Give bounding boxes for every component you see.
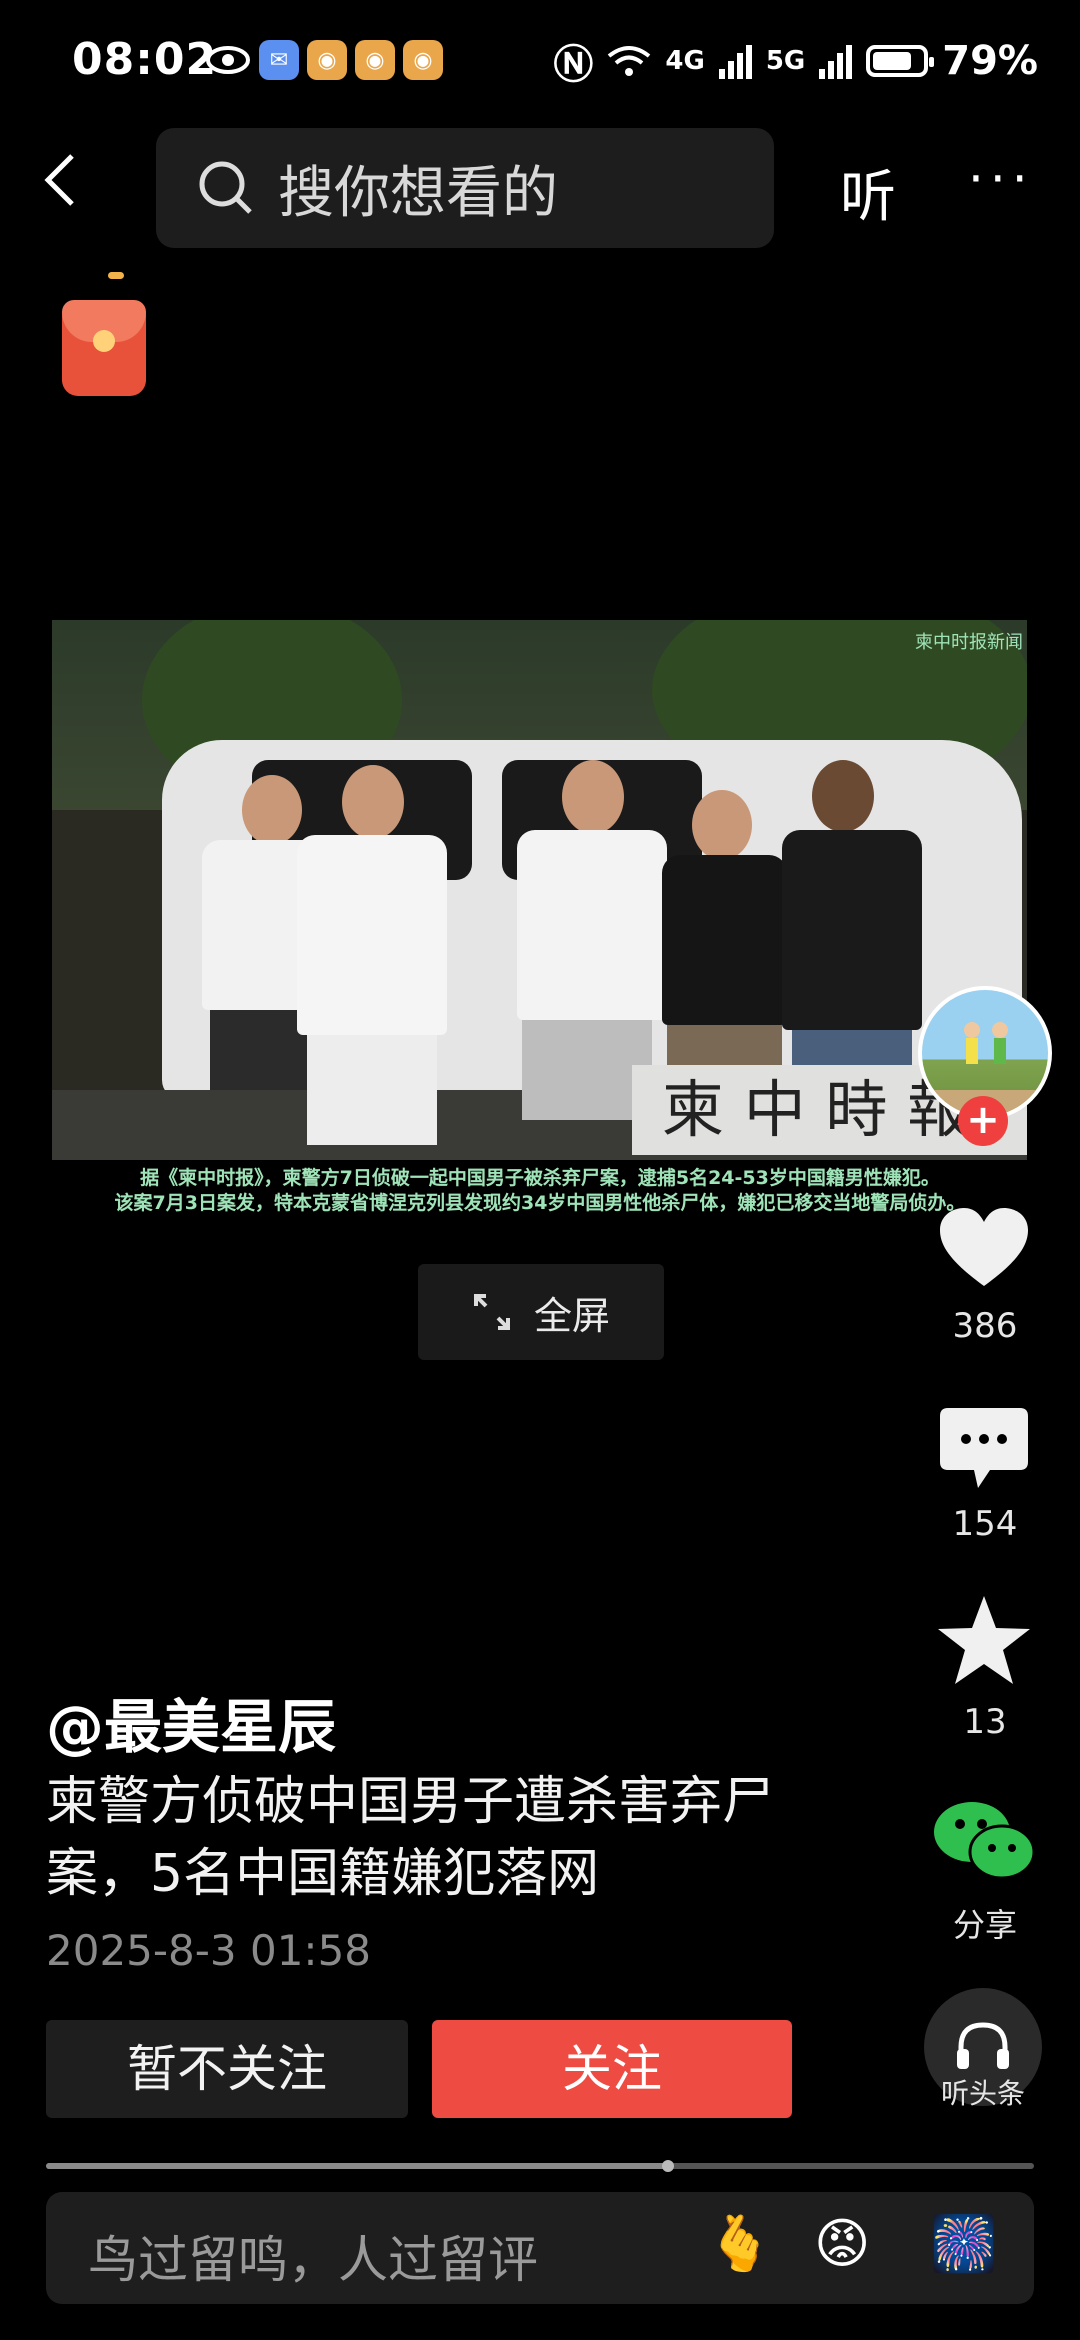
fullscreen-label: 全屏 xyxy=(533,1293,610,1338)
signal-bars-icon xyxy=(819,43,853,79)
video-progress-knob[interactable] xyxy=(662,2160,674,2172)
nfc-icon: Ⓝ xyxy=(553,42,594,88)
like-button[interactable] xyxy=(938,1206,1030,1294)
wifi-icon xyxy=(608,46,651,76)
author-name[interactable]: @最美星辰 xyxy=(46,1680,336,1764)
search-icon xyxy=(199,161,252,214)
more-icon[interactable]: ··· xyxy=(968,150,1034,208)
back-button[interactable] xyxy=(40,150,90,230)
video-person xyxy=(662,855,787,1025)
video-person xyxy=(297,835,447,1035)
notification-icons: ✉ ◉ ◉ ◉ xyxy=(205,38,443,82)
status-bar: 08:02 ✉ ◉ ◉ ◉ Ⓝ 4G 5G 79% xyxy=(0,0,1080,120)
firework-emoji-icon[interactable]: 🎆 xyxy=(930,2212,997,2276)
video-person xyxy=(562,760,624,834)
weibo-app-icon: ◉ xyxy=(355,40,395,80)
video-person xyxy=(342,765,404,839)
share-wechat-button[interactable] xyxy=(932,1798,1036,1888)
video-progress-fill xyxy=(46,2163,668,2169)
search-bar[interactable]: 搜你想看的 xyxy=(156,128,774,248)
post-title: 柬警方侦破中国男子遭杀害弃尸案，5名中国籍嫌犯落网 xyxy=(46,1772,775,1904)
video-person xyxy=(242,775,302,845)
listen-button[interactable]: 听 xyxy=(840,152,896,233)
caption-line: 据《柬中时报》，柬警方7日侦破一起中国男子被杀弃尸案，逮捕5名24-53岁中国籍… xyxy=(140,1167,940,1189)
message-app-icon: ✉ xyxy=(259,40,299,80)
heart-icon xyxy=(940,1208,1028,1286)
expand-icon xyxy=(473,1294,510,1330)
video-watermark: 柬中时报新闻 xyxy=(915,632,1023,653)
wechat-icon xyxy=(934,1802,1036,1880)
eye-icon xyxy=(206,46,250,74)
finger-heart-emoji-icon[interactable]: 🫰 xyxy=(706,2212,773,2276)
search-placeholder: 搜你想看的 xyxy=(278,160,558,226)
favorite-button[interactable] xyxy=(936,1594,1032,1690)
video-person xyxy=(517,830,667,1020)
post-date: 2025-8-3 01:58 xyxy=(46,1926,372,1975)
signal-bars-icon xyxy=(718,43,752,79)
red-packet-indicator xyxy=(108,272,124,279)
listen-headline-label: 听头条 xyxy=(940,2077,1025,2110)
video-person xyxy=(307,1035,437,1145)
weibo-app-icon: ◉ xyxy=(307,40,347,80)
follow-plus-button[interactable]: + xyxy=(958,1096,1008,1146)
follow-button[interactable]: 关注 xyxy=(432,2020,792,2118)
weibo-app-icon: ◉ xyxy=(403,40,443,80)
battery-percent: 79% xyxy=(942,38,1038,84)
status-time: 08:02 xyxy=(72,34,218,85)
comment-placeholder: 鸟过留鸣，人过留评 xyxy=(88,2231,538,2289)
share-label: 分享 xyxy=(952,1906,1017,1944)
like-count: 386 xyxy=(952,1306,1018,1346)
chevron-left-icon xyxy=(44,154,74,206)
video-player[interactable]: 柬 中 時 報 柬中时报新闻 xyxy=(52,620,1027,1160)
star-icon xyxy=(938,1596,1030,1684)
headphones-icon xyxy=(957,2022,1009,2069)
red-packet-coin xyxy=(93,330,115,352)
comment-count: 154 xyxy=(952,1504,1018,1544)
angry-face-emoji-icon[interactable]: 😡 xyxy=(814,2212,870,2275)
system-status-icons: Ⓝ 4G 5G 79% xyxy=(553,32,1038,90)
video-person xyxy=(782,830,922,1030)
favorite-count: 13 xyxy=(963,1702,1007,1742)
video-person xyxy=(692,790,752,860)
network-4g-label: 4G xyxy=(665,46,705,76)
battery-icon xyxy=(866,45,935,77)
video-person xyxy=(812,760,874,832)
caption-line: 该案7月3日案发，特本克蒙省博涅克列县发现约34岁中国男性他杀尸体，嫌犯已移交当… xyxy=(114,1192,966,1214)
battery-fill xyxy=(873,52,912,70)
fullscreen-button[interactable]: 全屏 xyxy=(418,1264,664,1360)
video-caption: 据《柬中时报》，柬警方7日侦破一起中国男子被杀弃尸案，逮捕5名24-53岁中国籍… xyxy=(0,1166,1080,1216)
comment-icon xyxy=(940,1408,1028,1488)
network-5g-label: 5G xyxy=(765,46,806,76)
unfollow-button[interactable]: 暂不关注 xyxy=(46,2020,408,2118)
comment-button[interactable] xyxy=(938,1406,1030,1496)
